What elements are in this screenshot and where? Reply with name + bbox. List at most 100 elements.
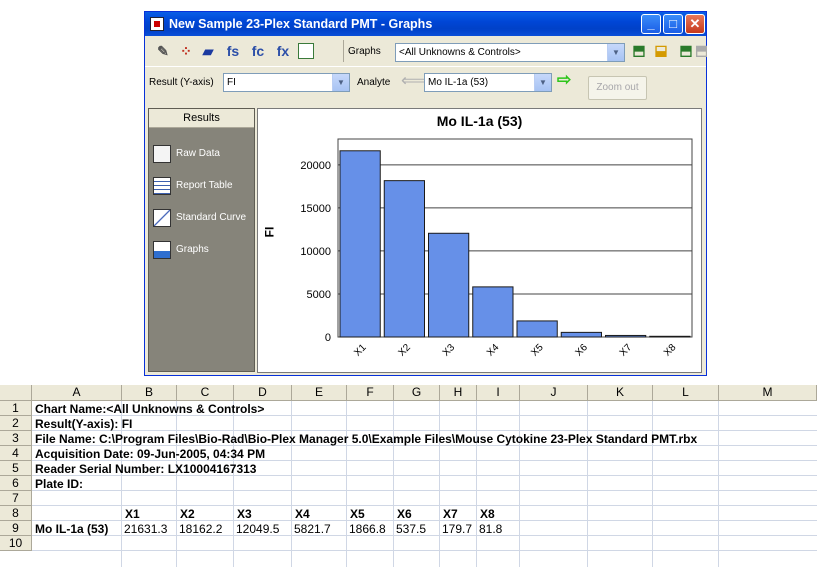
header-cell[interactable]: X5 [348, 507, 365, 521]
value-cell[interactable]: 5821.7 [292, 522, 331, 536]
cell-a1[interactable]: Chart Name:<All Unknowns & Controls> [33, 402, 264, 416]
value-cell[interactable]: 18162.2 [177, 522, 222, 536]
close-button[interactable]: ✕ [685, 14, 705, 34]
header-cell[interactable]: X3 [235, 507, 252, 521]
graphs-select[interactable]: <All Unknowns & Controls> ▼ [395, 43, 625, 62]
header-cell[interactable]: X8 [478, 507, 495, 521]
sidebar-header: Results [149, 109, 254, 128]
eraser-icon[interactable]: ▰ [199, 42, 217, 60]
sidebar-item-label: Standard Curve [176, 212, 247, 223]
grid-line [346, 401, 347, 567]
value-cell[interactable]: 537.5 [394, 522, 426, 536]
column-header[interactable]: L [653, 385, 719, 401]
delete-graph-icon[interactable]: ⬒ [695, 41, 707, 59]
column-header[interactable]: A [32, 385, 122, 401]
column-header[interactable]: B [122, 385, 177, 401]
value-cell[interactable]: 21631.3 [122, 522, 167, 536]
spreadsheet: ABCDEFGHIJKLM 1 2 3 4 5 6 7 8 9 10 Chart Name:<Al… [0, 385, 817, 569]
graphs-select-value: <All Unknowns & Controls> [399, 47, 521, 58]
column-header[interactable]: D [234, 385, 292, 401]
save-graph-icon[interactable]: ⬒ [677, 41, 695, 59]
row-header[interactable]: 8 [0, 506, 32, 521]
row-header[interactable]: 4 [0, 446, 32, 461]
graphs-icon [153, 241, 171, 259]
report-table-icon [153, 177, 171, 195]
column-header[interactable]: E [292, 385, 347, 401]
grid-line [32, 490, 817, 491]
cell-a9[interactable]: Mo IL-1a (53) [33, 522, 108, 536]
analyte-select[interactable]: Mo IL-1a (53) ▼ [424, 73, 552, 92]
header-cell[interactable]: X1 [123, 507, 140, 521]
export-graph-icon[interactable]: ⬒ [630, 41, 648, 59]
header-cell[interactable]: X2 [178, 507, 195, 521]
row-header[interactable]: 5 [0, 461, 32, 476]
value-cell[interactable]: 12049.5 [234, 522, 279, 536]
value-cell[interactable]: 1866.8 [347, 522, 386, 536]
fs-icon[interactable]: fs [224, 42, 242, 60]
result-label: Result (Y-axis) [149, 77, 214, 88]
column-header[interactable]: F [347, 385, 394, 401]
next-analyte-arrow-icon[interactable]: ⇨ [557, 70, 571, 90]
row-header[interactable]: 7 [0, 491, 32, 506]
header-cell[interactable]: X4 [293, 507, 310, 521]
zoom-out-button[interactable]: Zoom out [588, 76, 647, 100]
row-header[interactable]: 1 [0, 401, 32, 416]
edit-icon[interactable]: ✎ [154, 42, 172, 60]
value-cell[interactable]: 179.7 [440, 522, 472, 536]
analyte-select-value: Mo IL-1a (53) [428, 77, 489, 88]
row-header[interactable]: 9 [0, 521, 32, 536]
dots-icon[interactable]: ⁘ [177, 42, 195, 60]
app-icon [150, 17, 164, 31]
x-tick-label: X1 [352, 342, 369, 359]
row-header[interactable]: 6 [0, 476, 32, 491]
grid-line [718, 401, 719, 567]
chart-panel: Mo IL-1a (53) FI 0 5000 10000 15000 20000 X1 X… [257, 108, 702, 373]
cell-a6[interactable]: Plate ID: [33, 477, 83, 491]
chevron-down-icon[interactable]: ▼ [534, 74, 551, 91]
chevron-down-icon[interactable]: ▼ [332, 74, 349, 91]
minimize-button[interactable]: _ [641, 14, 661, 34]
grid-icon[interactable] [298, 43, 314, 59]
results-sidebar: Results Raw Data Report Table Standard C… [148, 108, 255, 372]
bar [339, 150, 381, 338]
column-header[interactable]: J [520, 385, 588, 401]
title-bar[interactable]: New Sample 23-Plex Standard PMT - Graphs… [145, 12, 706, 36]
column-header[interactable]: K [588, 385, 653, 401]
chevron-down-icon[interactable]: ▼ [607, 44, 624, 61]
sidebar-item-label: Raw Data [176, 148, 220, 159]
row-header[interactable]: 10 [0, 536, 32, 551]
grid-line [176, 401, 177, 567]
bar-chart: 0 5000 10000 15000 20000 X1 X2 X3 X4 X5 X6 X7 X8 [300, 138, 693, 359]
cell-a2[interactable]: Result(Y-axis): FI [33, 417, 132, 431]
sidebar-item-label: Graphs [176, 244, 209, 255]
column-header[interactable]: I [477, 385, 520, 401]
maximize-button[interactable]: □ [663, 14, 683, 34]
value-cell[interactable]: 81.8 [477, 522, 502, 536]
bar [649, 335, 691, 338]
column-header[interactable]: C [177, 385, 234, 401]
column-header[interactable]: G [394, 385, 440, 401]
result-select-value: FI [227, 77, 236, 88]
cell-a3[interactable]: File Name: C:\Program Files\Bio-Rad\Bio-… [33, 432, 697, 446]
row-header[interactable]: 2 [0, 416, 32, 431]
graphs-window: New Sample 23-Plex Standard PMT - Graphs… [144, 11, 707, 376]
x-tick-label: X3 [441, 342, 458, 359]
header-cell[interactable]: X6 [395, 507, 412, 521]
x-tick-label: X7 [618, 342, 635, 359]
result-select[interactable]: FI ▼ [223, 73, 350, 92]
fx-icon[interactable]: fx [274, 42, 292, 60]
select-all-corner[interactable] [0, 385, 32, 401]
row-header[interactable]: 3 [0, 431, 32, 446]
column-header[interactable]: H [440, 385, 477, 401]
header-cell[interactable]: X7 [441, 507, 458, 521]
new-graph-icon[interactable]: ⬓ [652, 41, 670, 59]
x-tick-label: X8 [662, 342, 679, 359]
y-tick-label: 0 [325, 332, 331, 344]
cell-a5[interactable]: Reader Serial Number: LX10004167313 [33, 462, 256, 476]
column-header[interactable]: M [719, 385, 817, 401]
previous-analyte-arrow-icon[interactable]: ⟸ [401, 71, 425, 91]
fc-icon[interactable]: fc [249, 42, 267, 60]
bar [560, 331, 602, 338]
cell-a4[interactable]: Acquisition Date: 09-Jun-2005, 04:34 PM [33, 447, 265, 461]
grid-line [233, 401, 234, 567]
